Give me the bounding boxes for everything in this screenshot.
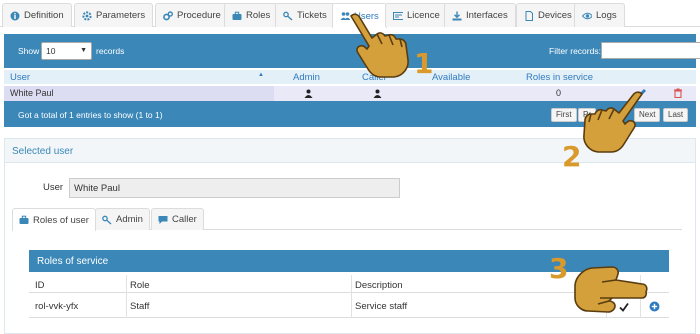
column-available[interactable]: Available (432, 72, 470, 83)
pointing-hand-icon (574, 266, 648, 313)
download-icon (452, 11, 462, 21)
delete-trash-icon[interactable] (673, 88, 683, 98)
records-label: records (96, 46, 125, 56)
step-number-1: 1 (414, 47, 434, 80)
add-circle-icon[interactable] (649, 301, 660, 312)
role-id-cell: rol-vvk-yfx (35, 301, 79, 312)
tab-label: Procedure (177, 10, 221, 21)
gear-icon (82, 10, 92, 21)
tab-parameters[interactable]: Parameters (74, 3, 154, 27)
step-number-3: 3 (549, 252, 569, 285)
pointing-hand-icon (350, 13, 409, 78)
column-description: Description (355, 280, 403, 291)
tab-label: Interfaces (466, 10, 508, 21)
user-name-cell: White Paul (10, 88, 54, 98)
tab-definition[interactable]: Definition (2, 3, 72, 27)
column-divider (351, 275, 352, 318)
tab-label: Roles (246, 10, 271, 21)
last-page-button[interactable]: Last (663, 108, 689, 122)
tab-logs[interactable]: Logs (574, 3, 625, 27)
tab-devices[interactable]: Devices (516, 3, 580, 27)
eye-icon (582, 11, 592, 21)
tab-label: Parameters (96, 10, 146, 21)
sort-asc-icon[interactable]: ▲ (258, 72, 264, 78)
briefcase-icon (232, 11, 242, 21)
caller-user-icon (373, 89, 382, 98)
selected-user-title: Selected user (12, 146, 74, 157)
tab-label: Definition (24, 10, 64, 21)
tab-label: Admin (116, 214, 143, 225)
tab-roles[interactable]: Roles (224, 3, 279, 27)
roles-in-service-cell: 0 (556, 88, 562, 98)
entries-summary: Got a total of 1 entries to show (1 to 1… (18, 110, 163, 120)
page-size-value: 10 (46, 46, 56, 56)
tab-tickets[interactable]: Tickets (275, 3, 335, 27)
key-icon (283, 11, 293, 21)
tab-label: Caller (172, 214, 197, 225)
tab-label: Tickets (297, 10, 327, 21)
tab-procedure[interactable]: Procedure (155, 3, 229, 27)
column-divider (126, 275, 127, 318)
column-roles-in-service[interactable]: Roles in service (526, 72, 593, 83)
user-field: White Paul (69, 178, 400, 198)
role-description-cell: Service staff (355, 301, 408, 312)
column-user[interactable]: User (10, 72, 30, 83)
user-field-label: User (43, 182, 64, 193)
column-admin[interactable]: Admin (293, 72, 320, 83)
tab-roles-of-user[interactable]: Roles of user (12, 208, 96, 231)
column-role: Role (130, 280, 150, 291)
chevron-down-icon: ▼ (80, 47, 87, 54)
filter-label: Filter records: (549, 46, 601, 56)
tab-label: Roles of user (33, 214, 89, 226)
tab-label: Devices (538, 10, 572, 21)
tab-label: Logs (596, 10, 617, 21)
page-size-select[interactable]: 10 ▼ (41, 42, 92, 60)
info-icon (10, 11, 20, 21)
first-page-button[interactable]: First (551, 108, 577, 122)
chat-icon (158, 215, 168, 225)
user-detail-tabs: Roles of user Admin Caller (12, 208, 682, 231)
filter-records-input[interactable] (601, 42, 700, 59)
pointing-hand-icon (583, 91, 643, 153)
admin-user-icon (304, 89, 313, 98)
tab-caller[interactable]: Caller (151, 208, 204, 230)
tab-interfaces[interactable]: Interfaces (444, 3, 516, 27)
show-label: Show (18, 46, 40, 56)
roles-of-service-title: Roles of service (37, 256, 109, 267)
tab-admin[interactable]: Admin (95, 208, 150, 230)
file-icon (524, 10, 534, 21)
key-icon (102, 215, 112, 225)
role-name-cell: Staff (130, 301, 150, 312)
gears-icon (163, 10, 173, 21)
column-id: ID (35, 280, 45, 291)
briefcase-icon (19, 215, 29, 225)
